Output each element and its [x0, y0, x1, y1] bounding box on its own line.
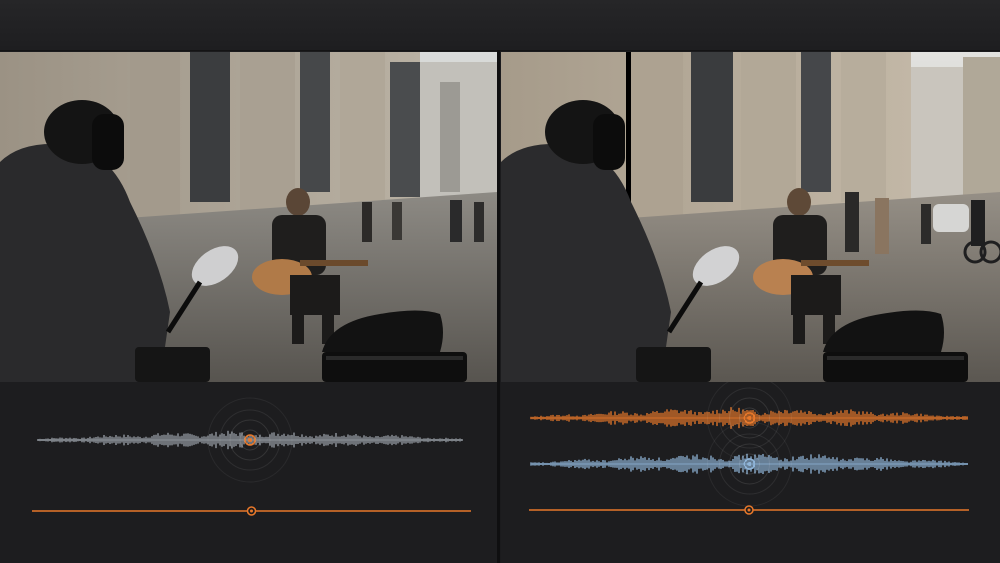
top-toolbar — [0, 0, 1000, 51]
playhead-marker-icon — [747, 462, 752, 466]
scene-after — [501, 52, 1000, 382]
timeline-scrubber[interactable] — [529, 505, 969, 515]
timeline-scrubber[interactable] — [32, 506, 471, 516]
after-panel — [501, 52, 1000, 563]
waveform-canvas-before — [32, 397, 471, 516]
before-panel — [0, 52, 497, 563]
video-preview-before[interactable] — [0, 52, 497, 382]
app-window — [0, 0, 1000, 563]
waveform-editor-before[interactable] — [0, 382, 497, 563]
playhead-marker-icon — [747, 416, 752, 420]
waveform-canvas-after — [529, 382, 969, 515]
waveform-editor-after[interactable] — [501, 382, 1000, 563]
scene-before — [0, 52, 497, 382]
split-divider[interactable] — [497, 50, 500, 563]
playhead-marker-icon — [248, 438, 252, 442]
video-preview-after[interactable] — [501, 52, 1000, 382]
